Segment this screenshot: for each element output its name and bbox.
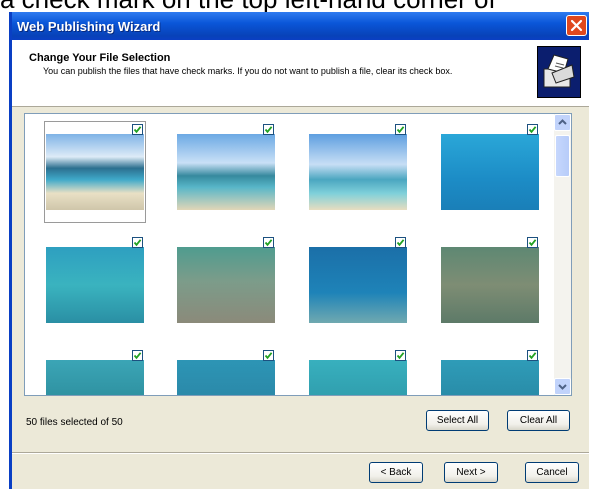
photo-thumbnail[interactable] — [46, 360, 144, 395]
check-icon — [264, 239, 273, 247]
thumbnail-item[interactable] — [175, 234, 277, 336]
next-button[interactable]: Next > — [444, 462, 498, 483]
photo-thumbnail[interactable] — [441, 134, 539, 210]
photo-thumbnail[interactable] — [441, 360, 539, 395]
chevron-up-icon — [558, 119, 567, 125]
publish-checkbox[interactable] — [395, 124, 406, 135]
check-icon — [264, 352, 273, 360]
publish-checkbox[interactable] — [132, 124, 143, 135]
thumbnail-item[interactable] — [307, 234, 409, 336]
photo-thumbnail[interactable] — [177, 247, 275, 323]
vertical-scrollbar[interactable] — [554, 114, 571, 395]
photo-thumbnail[interactable] — [46, 247, 144, 323]
photo-thumbnail[interactable] — [177, 360, 275, 395]
check-icon — [396, 126, 405, 134]
caption-text: a check mark on the top left-hand corner… — [0, 0, 589, 12]
photo-thumbnail[interactable] — [309, 247, 407, 323]
publish-checkbox[interactable] — [395, 237, 406, 248]
publish-checkbox[interactable] — [132, 350, 143, 361]
thumbnail-item[interactable] — [439, 347, 541, 395]
close-button[interactable] — [566, 15, 587, 36]
photo-thumbnail[interactable] — [309, 360, 407, 395]
publish-checkbox[interactable] — [263, 350, 274, 361]
check-icon — [396, 352, 405, 360]
photo-thumbnail[interactable] — [46, 134, 144, 210]
check-icon — [133, 239, 142, 247]
thumbnail-item[interactable] — [44, 234, 146, 336]
publish-checkbox[interactable] — [263, 124, 274, 135]
check-icon — [133, 352, 142, 360]
selection-status: 50 files selected of 50 — [26, 417, 123, 428]
publish-checkbox[interactable] — [527, 350, 538, 361]
wizard-header: Change Your File Selection You can publi… — [12, 40, 589, 107]
select-all-button[interactable]: Select All — [426, 410, 489, 431]
window-title: Web Publishing Wizard — [17, 19, 161, 34]
photo-thumbnail[interactable] — [441, 247, 539, 323]
thumbnail-grid — [24, 113, 572, 396]
thumbnail-item[interactable] — [439, 121, 541, 223]
page-title: Change Your File Selection — [29, 52, 171, 64]
photo-thumbnail[interactable] — [177, 134, 275, 210]
thumbnail-item[interactable] — [175, 347, 277, 395]
scroll-thumb[interactable] — [555, 135, 570, 177]
check-icon — [528, 239, 537, 247]
publish-checkbox[interactable] — [263, 237, 274, 248]
back-button[interactable]: < Back — [369, 462, 423, 483]
check-icon — [133, 126, 142, 134]
check-icon — [396, 239, 405, 247]
scroll-up-button[interactable] — [554, 114, 571, 131]
thumbnail-item[interactable] — [307, 347, 409, 395]
publish-checkbox[interactable] — [527, 237, 538, 248]
cancel-button[interactable]: Cancel — [525, 462, 579, 483]
title-bar[interactable]: Web Publishing Wizard — [12, 12, 589, 40]
web-publishing-icon — [537, 46, 581, 98]
thumbnail-item[interactable] — [44, 347, 146, 395]
check-icon — [264, 126, 273, 134]
thumbnail-item[interactable] — [307, 121, 409, 223]
publish-checkbox[interactable] — [527, 124, 538, 135]
chevron-down-icon — [558, 384, 567, 390]
check-icon — [528, 352, 537, 360]
thumbnail-item[interactable] — [439, 234, 541, 336]
footer-divider — [12, 452, 589, 454]
wizard-window: Web Publishing Wizard Change Your File S… — [9, 12, 589, 489]
check-icon — [528, 126, 537, 134]
scroll-down-button[interactable] — [554, 378, 571, 395]
thumbnail-item[interactable] — [44, 121, 146, 223]
photo-thumbnail[interactable] — [309, 134, 407, 210]
publish-checkbox[interactable] — [132, 237, 143, 248]
close-icon — [570, 19, 583, 32]
thumbnail-item[interactable] — [175, 121, 277, 223]
clear-all-button[interactable]: Clear All — [507, 410, 570, 431]
page-subtitle: You can publish the files that have chec… — [43, 66, 453, 76]
publish-checkbox[interactable] — [395, 350, 406, 361]
